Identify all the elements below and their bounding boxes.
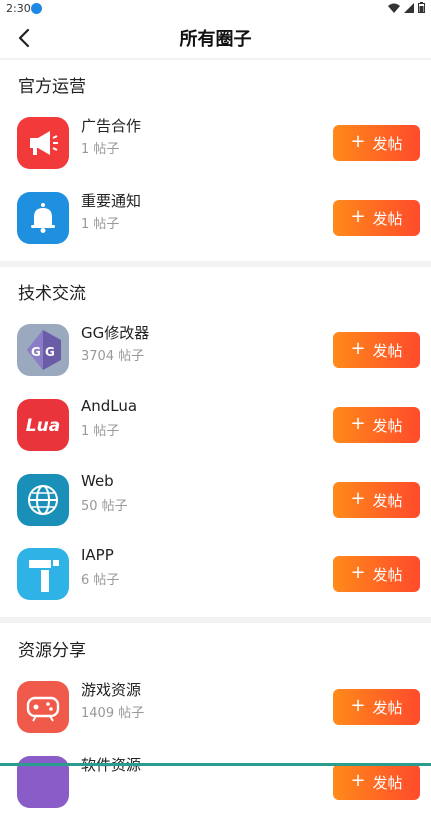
post-button-label: 发帖 xyxy=(372,341,403,360)
post-button-label: 发帖 xyxy=(372,698,403,717)
status-time: 2:30 xyxy=(6,2,31,15)
notification-dot-icon xyxy=(31,3,42,14)
post-button-label: 发帖 xyxy=(372,134,403,153)
post-button-label: 发帖 xyxy=(372,491,403,510)
post-count: 50 帖子 xyxy=(81,499,128,514)
post-button[interactable]: + 发帖 xyxy=(333,332,420,368)
bell-icon xyxy=(17,192,69,244)
svg-text:G: G xyxy=(31,345,41,359)
post-count: 3704 帖子 xyxy=(81,349,145,364)
post-button-label: 发帖 xyxy=(372,209,403,228)
list-item[interactable]: Lua AndLua 1 帖子 + 发帖 xyxy=(0,397,431,473)
list-item[interactable]: 广告合作 1 帖子 + 发帖 xyxy=(0,117,431,191)
post-button-label: 发帖 xyxy=(372,416,403,435)
gamepad-icon xyxy=(17,681,69,733)
circle-name: 游戏资源 xyxy=(81,681,142,699)
plus-icon: + xyxy=(350,206,366,227)
list-item[interactable]: G G GG修改器 3704 帖子 + 发帖 xyxy=(0,324,431,398)
list-item[interactable]: IAPP 6 帖子 + 发帖 xyxy=(0,546,431,622)
svg-text:Lua: Lua xyxy=(26,416,60,436)
section-title-official: 官方运营 xyxy=(18,77,86,97)
signal-icon xyxy=(404,2,414,13)
wifi-icon xyxy=(388,3,400,13)
status-bar: 2:30 xyxy=(0,0,431,18)
post-button[interactable]: + 发帖 xyxy=(333,407,420,443)
section-title-tech: 技术交流 xyxy=(18,284,86,304)
list-item[interactable]: 软件资源 +发帖 xyxy=(0,756,431,830)
plus-icon: + xyxy=(350,770,366,791)
iapp-logo-icon xyxy=(17,548,69,600)
section-title-resources: 资源分享 xyxy=(18,641,86,661)
section-divider xyxy=(0,617,431,623)
post-button[interactable]: + 发帖 xyxy=(333,125,420,161)
page-title: 所有圈子 xyxy=(179,29,252,50)
circle-name: IAPP xyxy=(81,546,114,564)
battery-icon xyxy=(418,2,425,13)
post-button[interactable]: + 发帖 xyxy=(333,764,420,800)
post-button[interactable]: + 发帖 xyxy=(333,200,420,236)
post-count: 6 帖子 xyxy=(81,573,120,588)
app-header: 所有圈子 xyxy=(0,18,431,58)
status-icons xyxy=(388,2,425,13)
post-count: 1 帖子 xyxy=(81,217,120,232)
section-divider xyxy=(0,261,431,267)
post-count: 1 帖子 xyxy=(81,424,120,439)
list-item[interactable]: 重要通知 1 帖子 + 发帖 xyxy=(0,192,431,266)
circle-name: 重要通知 xyxy=(81,192,142,210)
circle-name: 广告合作 xyxy=(81,117,142,135)
post-button[interactable]: + 发帖 xyxy=(333,482,420,518)
gg-logo-icon: G G xyxy=(17,324,69,376)
circle-name: Web xyxy=(81,472,114,490)
post-button[interactable]: + 发帖 xyxy=(333,556,420,592)
plus-icon: + xyxy=(350,562,366,583)
plus-icon: + xyxy=(350,488,366,509)
plus-icon: + xyxy=(350,413,366,434)
plus-icon: + xyxy=(350,131,366,152)
plus-icon: + xyxy=(350,695,366,716)
post-button[interactable]: + 发帖 xyxy=(333,689,420,725)
lua-logo-icon: Lua xyxy=(17,399,69,451)
circle-name: AndLua xyxy=(81,397,138,415)
post-count: 1409 帖子 xyxy=(81,706,145,721)
svg-text:G: G xyxy=(45,345,55,359)
plus-icon: + xyxy=(350,338,366,359)
megaphone-icon xyxy=(17,117,69,169)
circle-name: GG修改器 xyxy=(81,324,150,342)
globe-icon xyxy=(17,474,69,526)
list-item[interactable]: Web 50 帖子 + 发帖 xyxy=(0,472,431,548)
post-button-label: 发帖 xyxy=(372,565,403,584)
divider xyxy=(0,58,431,60)
post-count: 1 帖子 xyxy=(81,142,120,157)
post-button-label: 发帖 xyxy=(372,773,403,792)
list-item[interactable]: 游戏资源 1409 帖子 + 发帖 xyxy=(0,681,431,755)
